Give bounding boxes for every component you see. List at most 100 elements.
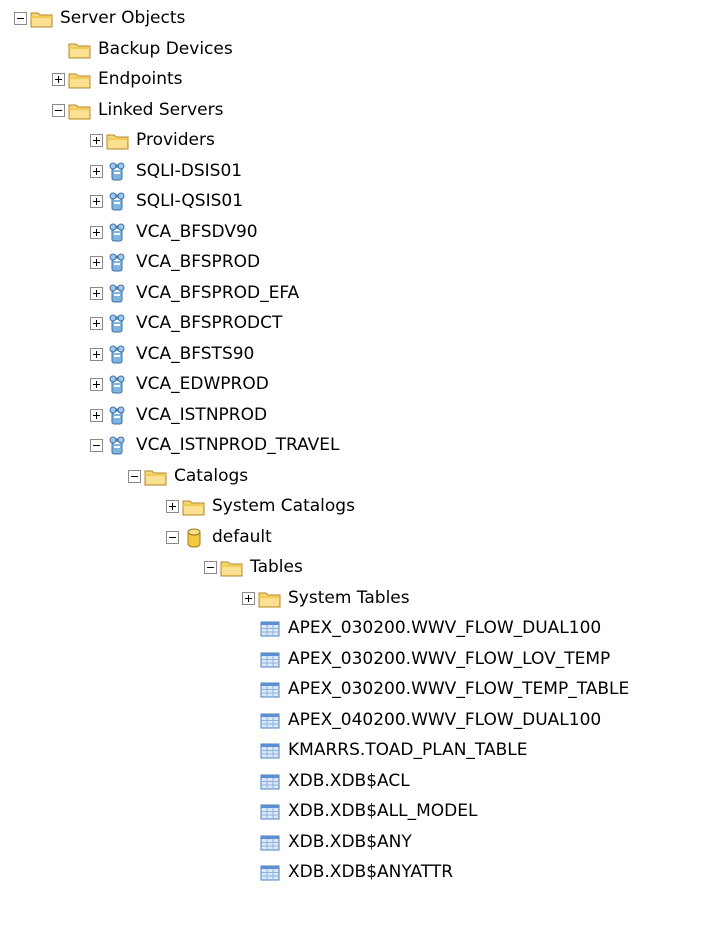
tree-node-backup-devices[interactable]: Backup Devices bbox=[0, 34, 717, 66]
tree-node-endpoints[interactable]: Endpoints bbox=[0, 64, 717, 96]
expand-toggle-icon[interactable] bbox=[90, 378, 103, 391]
tree-node-label[interactable]: Backup Devices bbox=[98, 39, 233, 59]
tree-node-label[interactable]: XDB.XDB$ACL bbox=[288, 771, 410, 791]
tree-node-label[interactable]: Endpoints bbox=[98, 69, 183, 89]
linked-server-icon bbox=[106, 223, 130, 243]
tree-node-label[interactable]: System Catalogs bbox=[212, 496, 355, 516]
tree-node-label[interactable]: XDB.XDB$ANY bbox=[288, 832, 412, 852]
expand-toggle-icon[interactable] bbox=[90, 348, 103, 361]
tree-node-vca-bfsprodct[interactable]: VCA_BFSPRODCT bbox=[0, 308, 717, 340]
tree-node-label[interactable]: Linked Servers bbox=[98, 100, 223, 120]
expand-toggle-icon[interactable] bbox=[90, 226, 103, 239]
tree-node-xdb-xdb-all-model[interactable]: XDB.XDB$ALL_MODEL bbox=[0, 796, 717, 828]
tree-node-label[interactable]: VCA_ISTNPROD_TRAVEL bbox=[136, 435, 339, 455]
tree-node-label[interactable]: XDB.XDB$ALL_MODEL bbox=[288, 801, 477, 821]
collapse-toggle-icon[interactable] bbox=[90, 439, 103, 452]
tree-node-label[interactable]: KMARRS.TOAD_PLAN_TABLE bbox=[288, 740, 527, 760]
tree-node-label[interactable]: XDB.XDB$ANYATTR bbox=[288, 862, 453, 882]
collapse-toggle-icon[interactable] bbox=[14, 12, 27, 25]
tree-node-apex-030200-wwv-flow-temp-table[interactable]: APEX_030200.WWV_FLOW_TEMP_TABLE bbox=[0, 674, 717, 706]
tree-node-label[interactable]: VCA_ISTNPROD bbox=[136, 405, 267, 425]
tree-node-label[interactable]: APEX_030200.WWV_FLOW_TEMP_TABLE bbox=[288, 679, 629, 699]
tree-node-label[interactable]: VCA_EDWPROD bbox=[136, 374, 269, 394]
tree-node-xdb-xdb-acl[interactable]: XDB.XDB$ACL bbox=[0, 766, 717, 798]
tree-node-sqli-dsis01[interactable]: SQLI-DSIS01 bbox=[0, 156, 717, 188]
tree-node-label[interactable]: Providers bbox=[136, 130, 215, 150]
object-explorer-tree: Server Objects Backup Devices Endpoints Lin… bbox=[0, 0, 717, 926]
table-icon bbox=[258, 650, 282, 670]
tree-node-label[interactable]: VCA_BFSPRODCT bbox=[136, 313, 282, 333]
tree-node-vca-bfsts90[interactable]: VCA_BFSTS90 bbox=[0, 339, 717, 371]
expand-toggle-icon[interactable] bbox=[90, 287, 103, 300]
folder-icon bbox=[30, 9, 54, 29]
tree-node-system-catalogs[interactable]: System Catalogs bbox=[0, 491, 717, 523]
tree-node-system-tables[interactable]: System Tables bbox=[0, 583, 717, 615]
collapse-toggle-icon[interactable] bbox=[166, 531, 179, 544]
tree-node-server-objects[interactable]: Server Objects bbox=[0, 3, 717, 35]
expand-toggle-icon[interactable] bbox=[90, 256, 103, 269]
tree-node-vca-bfsdv90[interactable]: VCA_BFSDV90 bbox=[0, 217, 717, 249]
tree-node-tables[interactable]: Tables bbox=[0, 552, 717, 584]
tree-node-sqli-qsis01[interactable]: SQLI-QSIS01 bbox=[0, 186, 717, 218]
linked-server-icon bbox=[106, 436, 130, 456]
folder-icon bbox=[182, 497, 206, 517]
linked-server-icon bbox=[106, 406, 130, 426]
tree-node-xdb-xdb-any[interactable]: XDB.XDB$ANY bbox=[0, 827, 717, 859]
linked-server-icon bbox=[106, 345, 130, 365]
collapse-toggle-icon[interactable] bbox=[128, 470, 141, 483]
tree-node-vca-bfsprod-efa[interactable]: VCA_BFSPROD_EFA bbox=[0, 278, 717, 310]
tree-node-vca-istnprod[interactable]: VCA_ISTNPROD bbox=[0, 400, 717, 432]
tree-node-label[interactable]: SQLI-DSIS01 bbox=[136, 161, 242, 181]
tree-node-label[interactable]: VCA_BFSPROD bbox=[136, 252, 260, 272]
tree-node-providers[interactable]: Providers bbox=[0, 125, 717, 157]
tree-node-apex-040200-wwv-flow-dual100[interactable]: APEX_040200.WWV_FLOW_DUAL100 bbox=[0, 705, 717, 737]
expand-toggle-icon[interactable] bbox=[90, 409, 103, 422]
folder-icon bbox=[106, 131, 130, 151]
linked-server-icon bbox=[106, 253, 130, 273]
linked-server-icon bbox=[106, 162, 130, 182]
tree-node-label[interactable]: APEX_030200.WWV_FLOW_DUAL100 bbox=[288, 618, 601, 638]
folder-icon bbox=[220, 558, 244, 578]
tree-node-vca-edwprod[interactable]: VCA_EDWPROD bbox=[0, 369, 717, 401]
expand-toggle-icon[interactable] bbox=[90, 317, 103, 330]
tree-node-label[interactable]: Tables bbox=[250, 557, 303, 577]
collapse-toggle-icon[interactable] bbox=[52, 104, 65, 117]
expand-toggle-icon[interactable] bbox=[52, 73, 65, 86]
folder-icon bbox=[68, 40, 92, 60]
linked-server-icon bbox=[106, 284, 130, 304]
tree-node-vca-istnprod-travel[interactable]: VCA_ISTNPROD_TRAVEL bbox=[0, 430, 717, 462]
folder-icon bbox=[144, 467, 168, 487]
tree-node-label[interactable]: VCA_BFSTS90 bbox=[136, 344, 254, 364]
linked-server-icon bbox=[106, 314, 130, 334]
expand-toggle-icon[interactable] bbox=[242, 592, 255, 605]
tree-node-label[interactable]: System Tables bbox=[288, 588, 410, 608]
database-icon bbox=[182, 528, 206, 548]
expand-toggle-icon[interactable] bbox=[166, 500, 179, 513]
table-icon bbox=[258, 863, 282, 883]
tree-node-label[interactable]: APEX_040200.WWV_FLOW_DUAL100 bbox=[288, 710, 601, 730]
expand-toggle-icon[interactable] bbox=[90, 165, 103, 178]
tree-node-label[interactable]: APEX_030200.WWV_FLOW_LOV_TEMP bbox=[288, 649, 610, 669]
tree-node-xdb-xdb-anyattr[interactable]: XDB.XDB$ANYATTR bbox=[0, 857, 717, 889]
tree-node-linked-servers[interactable]: Linked Servers bbox=[0, 95, 717, 127]
folder-icon bbox=[68, 70, 92, 90]
tree-node-label[interactable]: VCA_BFSPROD_EFA bbox=[136, 283, 299, 303]
tree-node-default[interactable]: default bbox=[0, 522, 717, 554]
tree-node-catalogs[interactable]: Catalogs bbox=[0, 461, 717, 493]
table-icon bbox=[258, 802, 282, 822]
tree-node-label[interactable]: Server Objects bbox=[60, 8, 185, 28]
tree-node-label[interactable]: Catalogs bbox=[174, 466, 248, 486]
expand-toggle-icon[interactable] bbox=[90, 195, 103, 208]
tree-node-label[interactable]: SQLI-QSIS01 bbox=[136, 191, 243, 211]
tree-node-apex-030200-wwv-flow-lov-temp[interactable]: APEX_030200.WWV_FLOW_LOV_TEMP bbox=[0, 644, 717, 676]
tree-node-apex-030200-wwv-flow-dual100[interactable]: APEX_030200.WWV_FLOW_DUAL100 bbox=[0, 613, 717, 645]
collapse-toggle-icon[interactable] bbox=[204, 561, 217, 574]
tree-node-vca-bfsprod[interactable]: VCA_BFSPROD bbox=[0, 247, 717, 279]
table-icon bbox=[258, 741, 282, 761]
table-icon bbox=[258, 772, 282, 792]
folder-icon bbox=[68, 101, 92, 121]
expand-toggle-icon[interactable] bbox=[90, 134, 103, 147]
tree-node-label[interactable]: VCA_BFSDV90 bbox=[136, 222, 258, 242]
tree-node-kmarrs-toad-plan-table[interactable]: KMARRS.TOAD_PLAN_TABLE bbox=[0, 735, 717, 767]
tree-node-label[interactable]: default bbox=[212, 527, 272, 547]
